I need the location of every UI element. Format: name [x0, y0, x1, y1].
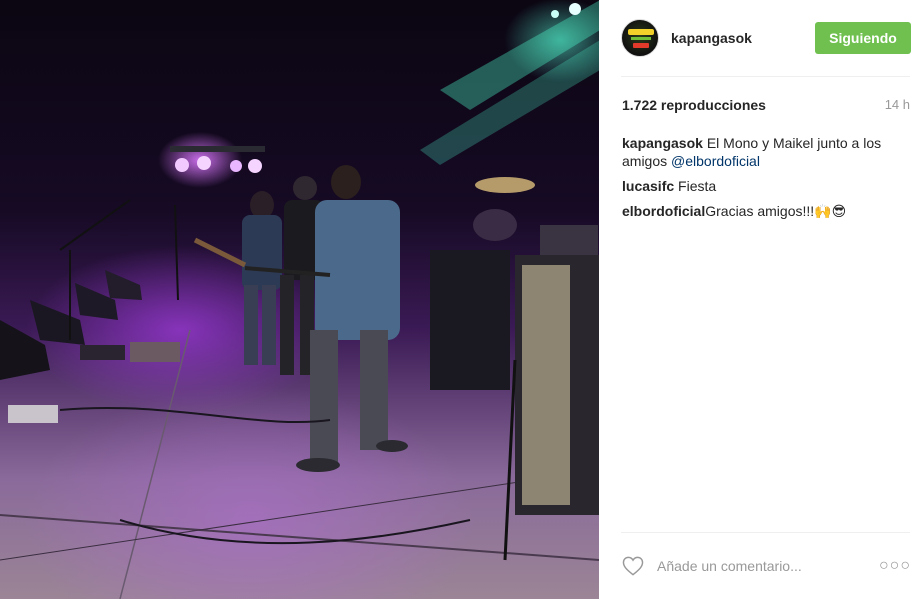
comment-username[interactable]: lucasifc — [622, 178, 674, 194]
add-comment-bar: ○○○ — [621, 552, 911, 580]
comment-item: elbordoficialGracias amigos!!!​🙌😎 — [622, 202, 910, 220]
post-timestamp[interactable]: 14 h — [885, 97, 910, 113]
comment-username[interactable]: elbordoficial — [622, 203, 705, 219]
comment-input[interactable] — [657, 558, 862, 574]
comment-item: lucasifc Fiesta — [622, 177, 910, 195]
post-stats: 1.722 reproducciones 14 h — [622, 97, 910, 113]
concert-stage-image — [0, 0, 599, 599]
author-username[interactable]: kapangasok — [671, 30, 815, 46]
comment-text: Fiesta — [678, 178, 717, 194]
header-divider — [621, 76, 910, 77]
comment-text: Gracias amigos!!!​🙌😎 — [705, 203, 847, 219]
avatar[interactable] — [621, 19, 659, 57]
heart-icon[interactable] — [621, 554, 645, 578]
comment-item: kapangasok El Mono y Maikel junto a los … — [622, 134, 910, 170]
more-options-icon[interactable]: ○○○ — [879, 557, 911, 575]
footer-divider — [621, 532, 910, 533]
comment-mention[interactable]: @elbordoficial — [671, 153, 760, 169]
following-button[interactable]: Siguiendo — [815, 22, 911, 54]
views-count[interactable]: 1.722 reproducciones — [622, 97, 766, 113]
comment-username[interactable]: kapangasok — [622, 135, 703, 151]
comments-list: kapangasok El Mono y Maikel junto a los … — [622, 134, 910, 227]
post-media[interactable] — [0, 0, 599, 599]
post-header: kapangasok Siguiendo — [621, 18, 911, 58]
